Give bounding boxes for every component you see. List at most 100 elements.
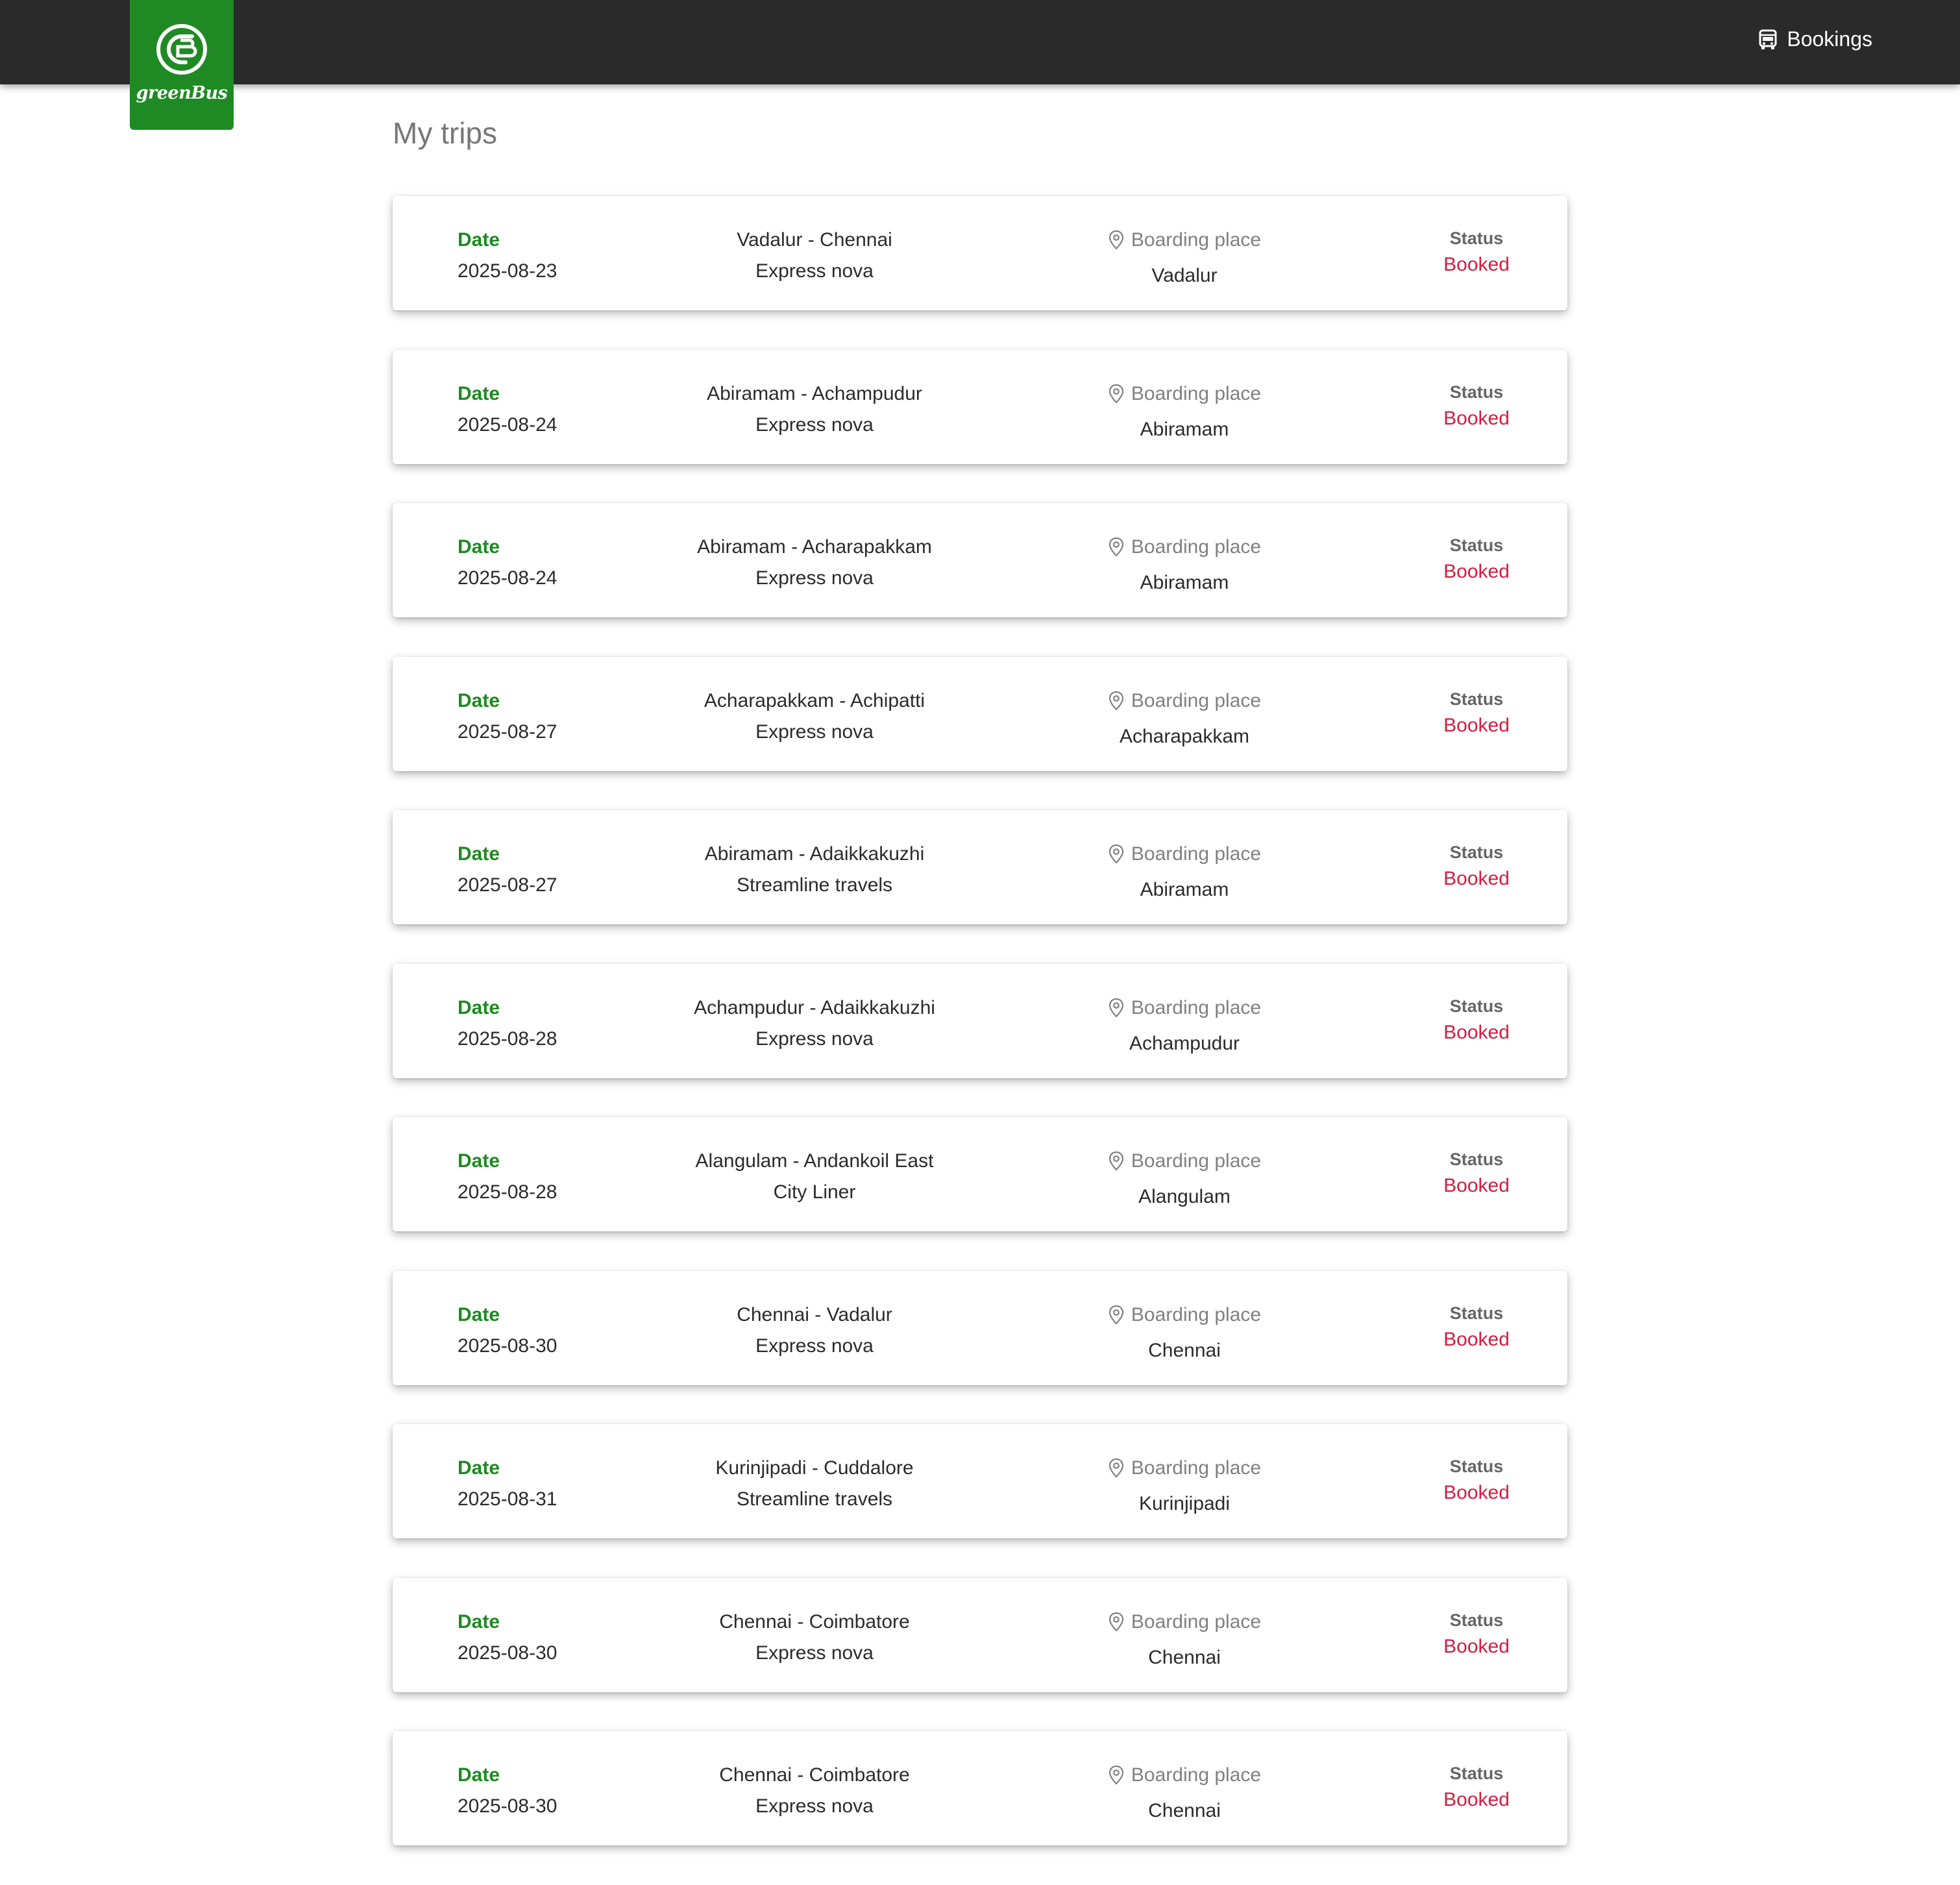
- status-column: Status Booked: [1405, 378, 1548, 432]
- status-badge: Booked: [1443, 561, 1510, 582]
- date-label: Date: [458, 1150, 500, 1172]
- status-badge: Booked: [1443, 868, 1510, 889]
- status-label: Status: [1449, 1303, 1504, 1323]
- boarding-column: Boarding place Alangulam: [1042, 1146, 1327, 1213]
- trip-date-column: Date 2025-08-30: [458, 1607, 557, 1669]
- trip-date-column: Date 2025-08-28: [458, 1146, 557, 1208]
- trip-card[interactable]: Date 2025-08-27 Abiramam - Adaikkakuzhi …: [393, 810, 1567, 924]
- status-badge: Booked: [1443, 1789, 1510, 1810]
- trip-route: Chennai - Vadalur: [737, 1303, 892, 1325]
- trip-card[interactable]: Date 2025-08-30 Chennai - Vadalur Expres…: [393, 1270, 1567, 1385]
- boarding-place: Acharapakkam: [1119, 725, 1250, 747]
- trip-operator: Express nova: [755, 721, 874, 743]
- trip-route-column: Achampudur - Adaikkakuzhi Express nova: [652, 992, 977, 1055]
- boarding-column: Boarding place Achampudur: [1042, 992, 1327, 1059]
- boarding-label: Boarding place: [1131, 1610, 1262, 1632]
- trip-card[interactable]: Date 2025-08-27 Acharapakkam - Achipatti…: [393, 656, 1567, 771]
- date-label: Date: [458, 689, 500, 711]
- boarding-column: Boarding place Acharapakkam: [1042, 685, 1327, 752]
- greenbus-logo[interactable]: greenBus: [130, 0, 234, 130]
- location-pin-icon: [1109, 998, 1124, 1018]
- trip-route-column: Chennai - Vadalur Express nova: [652, 1300, 977, 1362]
- trip-route-column: Vadalur - Chennai Express nova: [652, 225, 977, 287]
- boarding-place: Chennai: [1148, 1339, 1221, 1361]
- status-column: Status Booked: [1405, 992, 1548, 1046]
- trip-card[interactable]: Date 2025-08-23 Vadalur - Chennai Expres…: [393, 196, 1567, 310]
- trip-route-column: Alangulam - Andankoil East City Liner: [652, 1146, 977, 1208]
- status-label: Status: [1449, 1610, 1504, 1630]
- trip-route-column: Chennai - Coimbatore Express nova: [652, 1760, 977, 1822]
- status-label: Status: [1449, 689, 1504, 709]
- boarding-place: Vadalur: [1151, 265, 1218, 286]
- trip-operator: Express nova: [755, 260, 874, 282]
- boarding-column: Boarding place Kurinjipadi: [1042, 1453, 1327, 1520]
- boarding-place: Kurinjipadi: [1138, 1493, 1231, 1514]
- status-label: Status: [1449, 228, 1504, 248]
- trip-date-column: Date 2025-08-31: [458, 1453, 557, 1515]
- trip-date: 2025-08-30: [458, 1335, 557, 1357]
- location-pin-icon: [1109, 1305, 1124, 1325]
- date-label: Date: [458, 536, 500, 558]
- trip-date-column: Date 2025-08-24: [458, 378, 557, 441]
- status-badge: Booked: [1443, 1328, 1510, 1350]
- trip-date-column: Date 2025-08-27: [458, 839, 557, 901]
- trip-date-column: Date 2025-08-28: [458, 992, 557, 1055]
- status-column: Status Booked: [1405, 1300, 1548, 1353]
- trip-date: 2025-08-28: [458, 1181, 557, 1203]
- trip-operator: Express nova: [755, 1642, 874, 1664]
- location-pin-icon: [1109, 230, 1124, 250]
- status-badge: Booked: [1443, 714, 1510, 736]
- trip-list: Date 2025-08-23 Vadalur - Chennai Expres…: [393, 196, 1567, 1885]
- top-navbar: greenBus Bookings: [0, 0, 1960, 130]
- boarding-label: Boarding place: [1131, 843, 1262, 865]
- status-label: Status: [1449, 843, 1504, 862]
- trip-date: 2025-08-28: [458, 1028, 557, 1050]
- trip-operator: Express nova: [755, 1028, 874, 1050]
- trip-card[interactable]: Date 2025-08-24 Abiramam - Achampudur Ex…: [393, 349, 1567, 464]
- trip-route-column: Acharapakkam - Achipatti Express nova: [652, 685, 977, 748]
- trip-card[interactable]: Date 2025-08-30 Chennai - Coimbatore Exp…: [393, 1731, 1567, 1845]
- trip-date-column: Date 2025-08-30: [458, 1760, 557, 1822]
- status-badge: Booked: [1443, 254, 1510, 275]
- status-column: Status Booked: [1405, 532, 1548, 585]
- boarding-place: Abiramam: [1140, 879, 1229, 900]
- boarding-label: Boarding place: [1131, 1764, 1262, 1786]
- trip-date: 2025-08-30: [458, 1795, 557, 1817]
- date-label: Date: [458, 382, 500, 404]
- trip-card[interactable]: Date 2025-08-30 Chennai - Coimbatore Exp…: [393, 1577, 1567, 1692]
- status-column: Status Booked: [1405, 1453, 1548, 1506]
- trip-route-column: Abiramam - Achampudur Express nova: [652, 378, 977, 441]
- boarding-place: Abiramam: [1140, 572, 1229, 593]
- trip-date-column: Date 2025-08-24: [458, 532, 557, 594]
- boarding-place: Chennai: [1148, 1800, 1221, 1821]
- status-label: Status: [1449, 1764, 1504, 1783]
- trip-card[interactable]: Date 2025-08-28 Alangulam - Andankoil Ea…: [393, 1117, 1567, 1231]
- trip-date-column: Date 2025-08-30: [458, 1300, 557, 1362]
- status-column: Status Booked: [1405, 839, 1548, 892]
- boarding-column: Boarding place Chennai: [1042, 1607, 1327, 1673]
- date-label: Date: [458, 1303, 500, 1325]
- boarding-place: Achampudur: [1129, 1032, 1240, 1054]
- trip-operator: Express nova: [755, 567, 874, 589]
- boarding-column: Boarding place Vadalur: [1042, 225, 1327, 291]
- boarding-column: Boarding place Abiramam: [1042, 532, 1327, 598]
- trip-route-column: Chennai - Coimbatore Express nova: [652, 1607, 977, 1669]
- boarding-label: Boarding place: [1131, 229, 1262, 251]
- bookings-nav-link[interactable]: Bookings: [1758, 27, 1872, 51]
- trip-route: Abiramam - Adaikkakuzhi: [704, 843, 925, 865]
- trip-route: Abiramam - Acharapakkam: [697, 536, 932, 558]
- location-pin-icon: [1109, 691, 1124, 711]
- trip-card[interactable]: Date 2025-08-31 Kurinjipadi - Cuddalore …: [393, 1424, 1567, 1538]
- boarding-label: Boarding place: [1131, 1457, 1262, 1479]
- boarding-column: Boarding place Abiramam: [1042, 378, 1327, 445]
- trip-operator: City Liner: [773, 1181, 856, 1203]
- trip-date-column: Date 2025-08-27: [458, 685, 557, 748]
- trip-date: 2025-08-30: [458, 1642, 557, 1664]
- boarding-label: Boarding place: [1131, 382, 1262, 404]
- trip-date: 2025-08-24: [458, 567, 557, 589]
- status-column: Status Booked: [1405, 685, 1548, 739]
- date-label: Date: [458, 229, 500, 251]
- bookings-label: Bookings: [1787, 27, 1872, 51]
- trip-card[interactable]: Date 2025-08-24 Abiramam - Acharapakkam …: [393, 503, 1567, 617]
- trip-card[interactable]: Date 2025-08-28 Achampudur - Adaikkakuzh…: [393, 963, 1567, 1078]
